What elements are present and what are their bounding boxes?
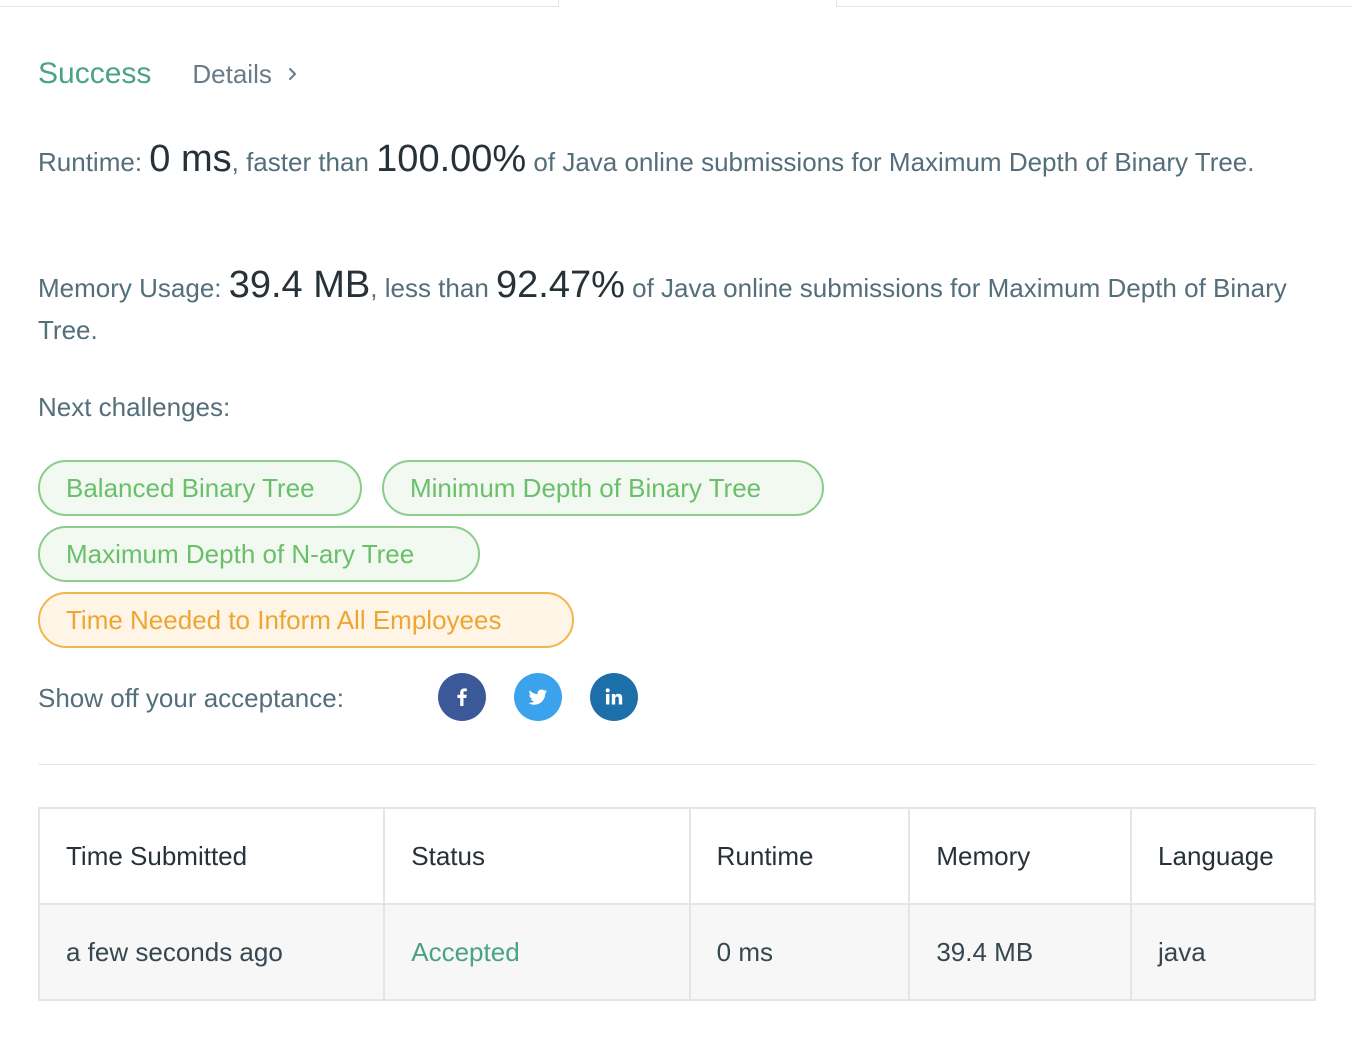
memory-comparison: , less than	[370, 273, 496, 303]
cell-memory: 39.4 MB	[908, 903, 1133, 1001]
memory-suffix: of Java online submissions for Maximum D…	[38, 273, 1287, 345]
runtime-stat: Runtime: 0 ms, faster than 100.00% of Ja…	[38, 138, 1328, 183]
share-label: Show off your acceptance:	[38, 683, 344, 713]
facebook-share-button[interactable]	[438, 673, 486, 721]
challenge-chip-nary-tree-depth[interactable]: Maximum Depth of N-ary Tree	[38, 526, 480, 582]
runtime-percent: 100.00%	[376, 138, 527, 180]
table-row: a few seconds ago Accepted 0 ms 39.4 MB …	[37, 903, 1316, 1001]
challenge-chip-balanced-binary-tree[interactable]: Balanced Binary Tree	[38, 460, 362, 516]
chevron-right-icon	[288, 68, 296, 80]
details-label: Details	[192, 58, 272, 89]
challenge-chip-inform-employees[interactable]: Time Needed to Inform All Employees	[38, 592, 574, 648]
linkedin-icon	[605, 688, 623, 705]
tab-border-right	[836, 6, 1352, 7]
memory-stat: Memory Usage: 39.4 MB, less than 92.47% …	[38, 264, 1328, 351]
column-header-status: Status	[383, 807, 691, 905]
status-accepted-link[interactable]: Accepted	[383, 903, 691, 1001]
memory-value: 39.4 MB	[228, 264, 371, 306]
twitter-icon	[528, 689, 547, 705]
runtime-label: Runtime:	[38, 147, 143, 177]
cell-runtime: 0 ms	[688, 903, 911, 1001]
details-link[interactable]: Details	[192, 59, 299, 90]
column-header-time-submitted: Time Submitted	[37, 807, 386, 905]
submissions-table: Time Submitted Status Runtime Memory Lan…	[37, 807, 1316, 1001]
cell-time-submitted: a few seconds ago	[37, 903, 386, 1001]
column-header-language: Language	[1130, 807, 1316, 905]
tab-strip	[0, 0, 1352, 8]
linkedin-share-button[interactable]	[590, 673, 638, 721]
runtime-suffix: of Java online submissions for Maximum D…	[526, 147, 1255, 177]
column-header-memory: Memory	[908, 807, 1133, 905]
twitter-share-button[interactable]	[514, 673, 562, 721]
column-header-runtime: Runtime	[688, 807, 911, 905]
facebook-icon	[457, 688, 467, 706]
runtime-value: 0 ms	[149, 138, 232, 180]
runtime-comparison: , faster than	[231, 147, 377, 177]
section-divider	[38, 764, 1316, 765]
challenge-chip-minimum-depth[interactable]: Minimum Depth of Binary Tree	[382, 460, 824, 516]
cell-language: java	[1130, 903, 1316, 1001]
result-status: Success	[38, 57, 152, 90]
tab-divider-left	[558, 0, 559, 7]
result-header: Success Details	[38, 54, 300, 94]
tab-border-left	[0, 6, 558, 7]
memory-label: Memory Usage:	[38, 273, 222, 303]
next-challenges-label: Next challenges:	[38, 392, 231, 422]
memory-percent: 92.47%	[496, 264, 625, 306]
table-header-row: Time Submitted Status Runtime Memory Lan…	[37, 807, 1316, 905]
